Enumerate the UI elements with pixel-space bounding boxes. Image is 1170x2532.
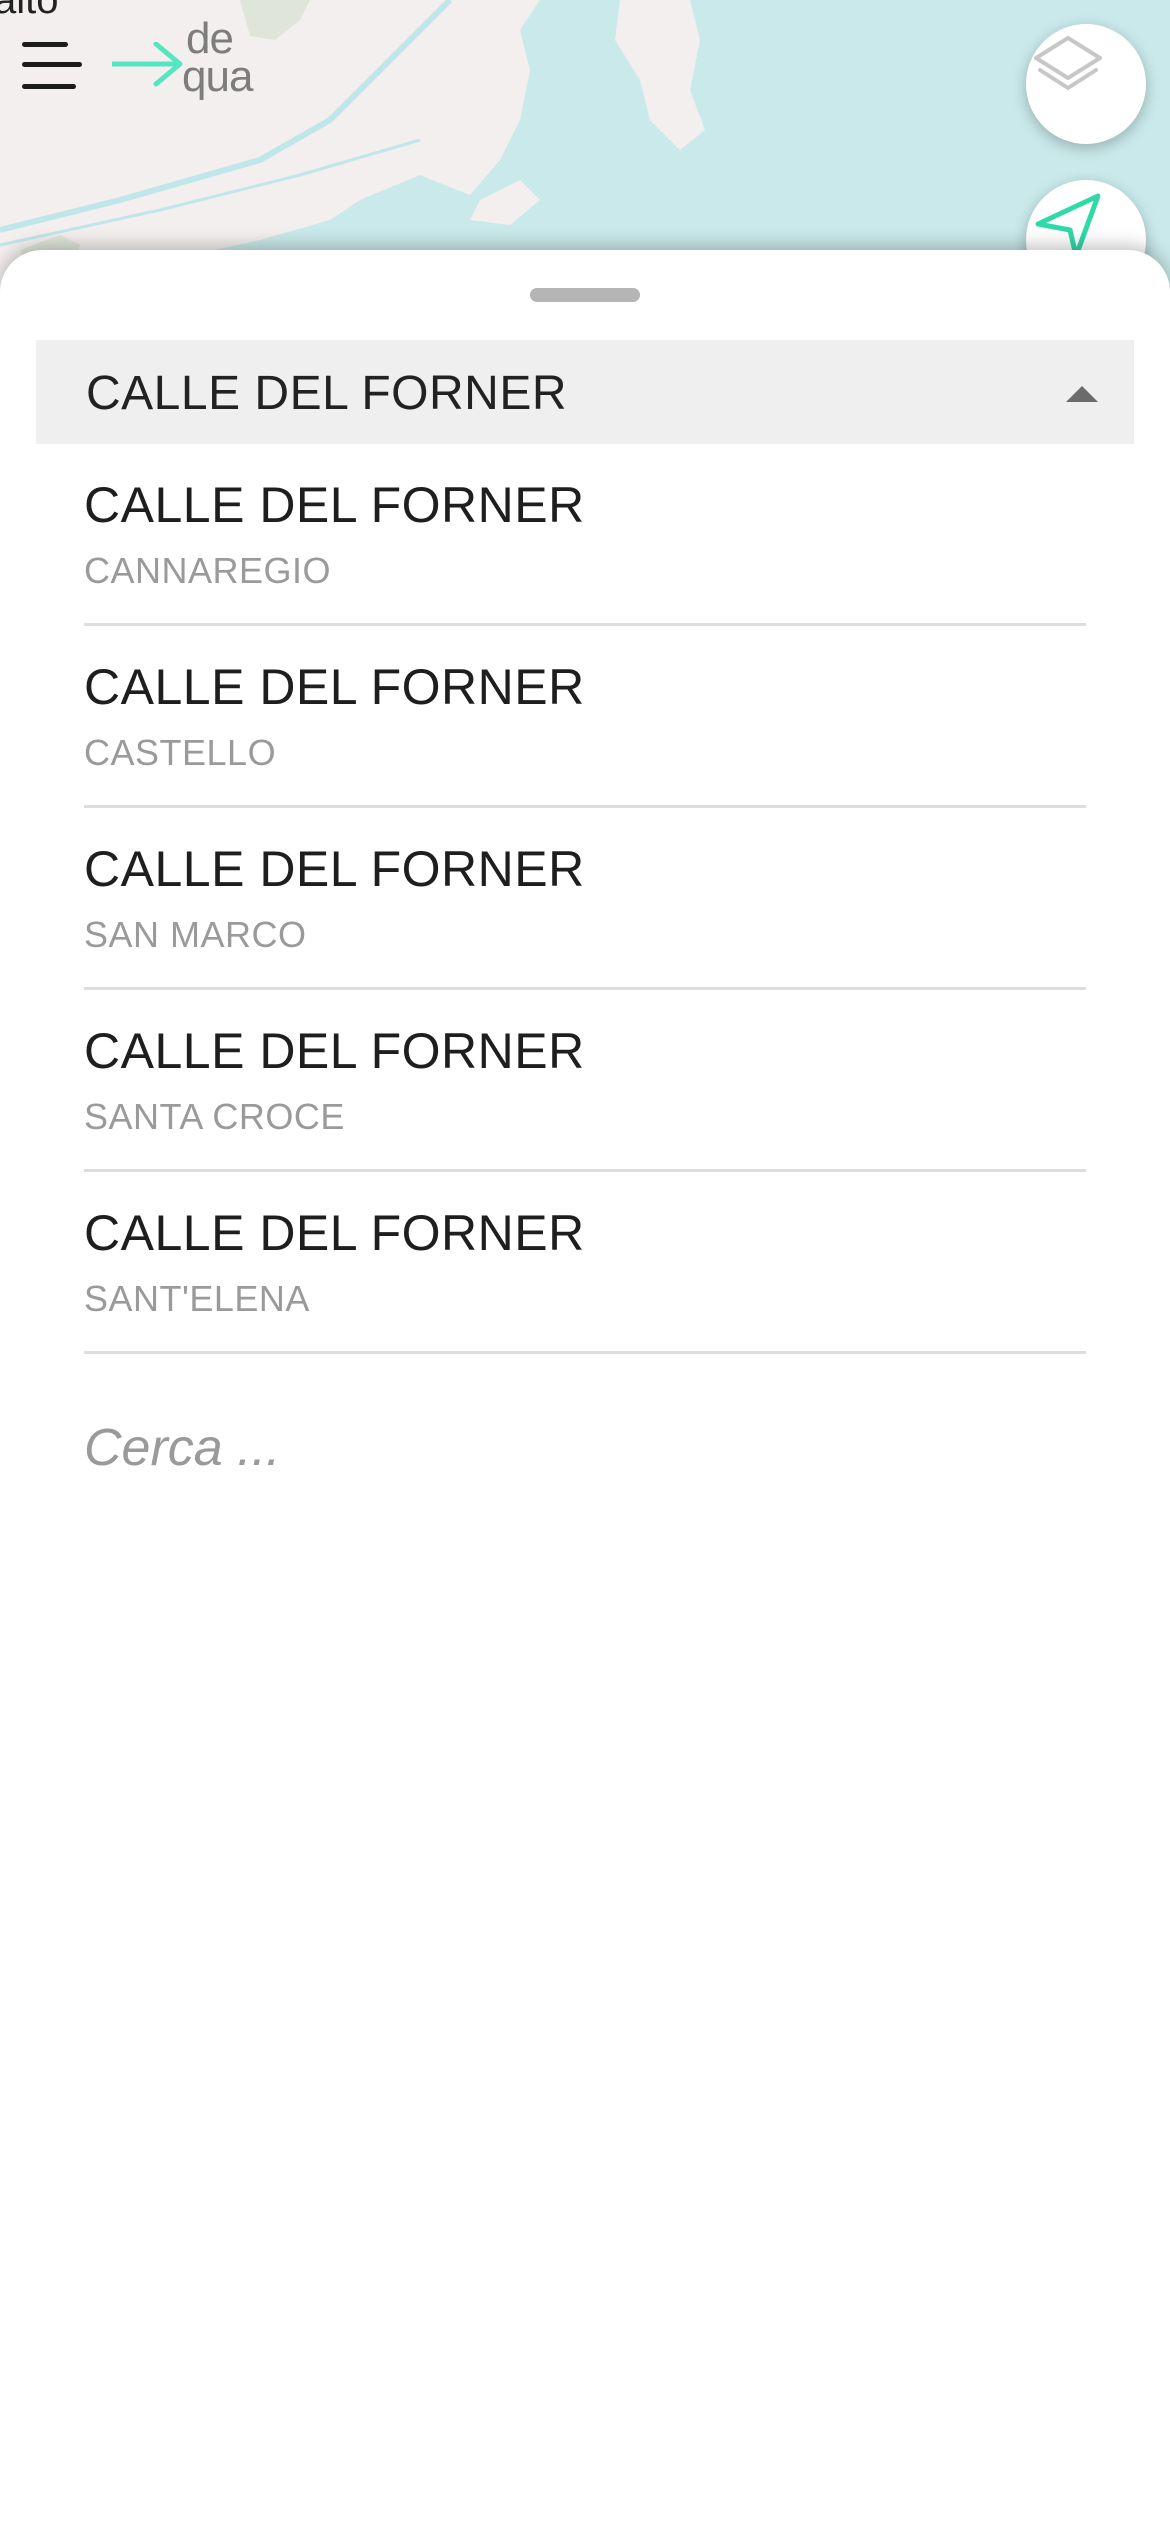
- street-option-district: SAN MARCO: [84, 914, 307, 955]
- street-option-title: CALLE DEL FORNER: [84, 659, 585, 715]
- street-options-list: CALLE DEL FORNER CANNAREGIO CALLE DEL FO…: [84, 444, 1086, 1354]
- street-option-title: CALLE DEL FORNER: [84, 1205, 585, 1261]
- layers-icon: [1034, 36, 1102, 90]
- street-option[interactable]: CALLE DEL FORNER CANNAREGIO: [84, 444, 1086, 626]
- layers-button[interactable]: [1026, 24, 1146, 144]
- screen: alto de qua CALLE DEL FORNER CALLE DEL F…: [0, 0, 1170, 2532]
- menu-icon-line-top: [22, 42, 68, 47]
- menu-icon-line-middle: [22, 62, 82, 67]
- dequa-logo: de qua: [112, 17, 282, 110]
- map-view[interactable]: alto de qua: [0, 0, 1170, 290]
- street-option-district: CANNAREGIO: [84, 550, 332, 591]
- logo-line-2: qua: [182, 52, 253, 101]
- selected-street-value: CALLE DEL FORNER: [86, 367, 568, 420]
- street-option-title: CALLE DEL FORNER: [84, 477, 585, 533]
- menu-icon-line-bottom: [22, 84, 76, 89]
- hamburger-menu-button[interactable]: [22, 38, 86, 96]
- logo-arrow-icon: [112, 42, 183, 87]
- street-option-district: CASTELLO: [84, 732, 277, 773]
- street-option-title: CALLE DEL FORNER: [84, 841, 585, 897]
- map-place-label: alto: [0, 0, 59, 22]
- bottom-sheet: CALLE DEL FORNER CALLE DEL FORNER CANNAR…: [0, 250, 1170, 2532]
- street-option-district: SANT'ELENA: [84, 1278, 310, 1319]
- street-option[interactable]: CALLE DEL FORNER SANTA CROCE: [84, 990, 1086, 1172]
- street-option-district: SANTA CROCE: [84, 1096, 345, 1137]
- street-option[interactable]: CALLE DEL FORNER SAN MARCO: [84, 808, 1086, 990]
- street-option-title: CALLE DEL FORNER: [84, 1023, 585, 1079]
- caret-up-icon: [1066, 386, 1098, 402]
- street-select[interactable]: CALLE DEL FORNER: [36, 340, 1134, 444]
- street-option[interactable]: CALLE DEL FORNER CASTELLO: [84, 626, 1086, 808]
- search-input[interactable]: [84, 1398, 1086, 1498]
- sheet-drag-handle[interactable]: [530, 288, 640, 302]
- street-option[interactable]: CALLE DEL FORNER SANT'ELENA: [84, 1172, 1086, 1354]
- logo-wordmark: de qua: [182, 17, 253, 101]
